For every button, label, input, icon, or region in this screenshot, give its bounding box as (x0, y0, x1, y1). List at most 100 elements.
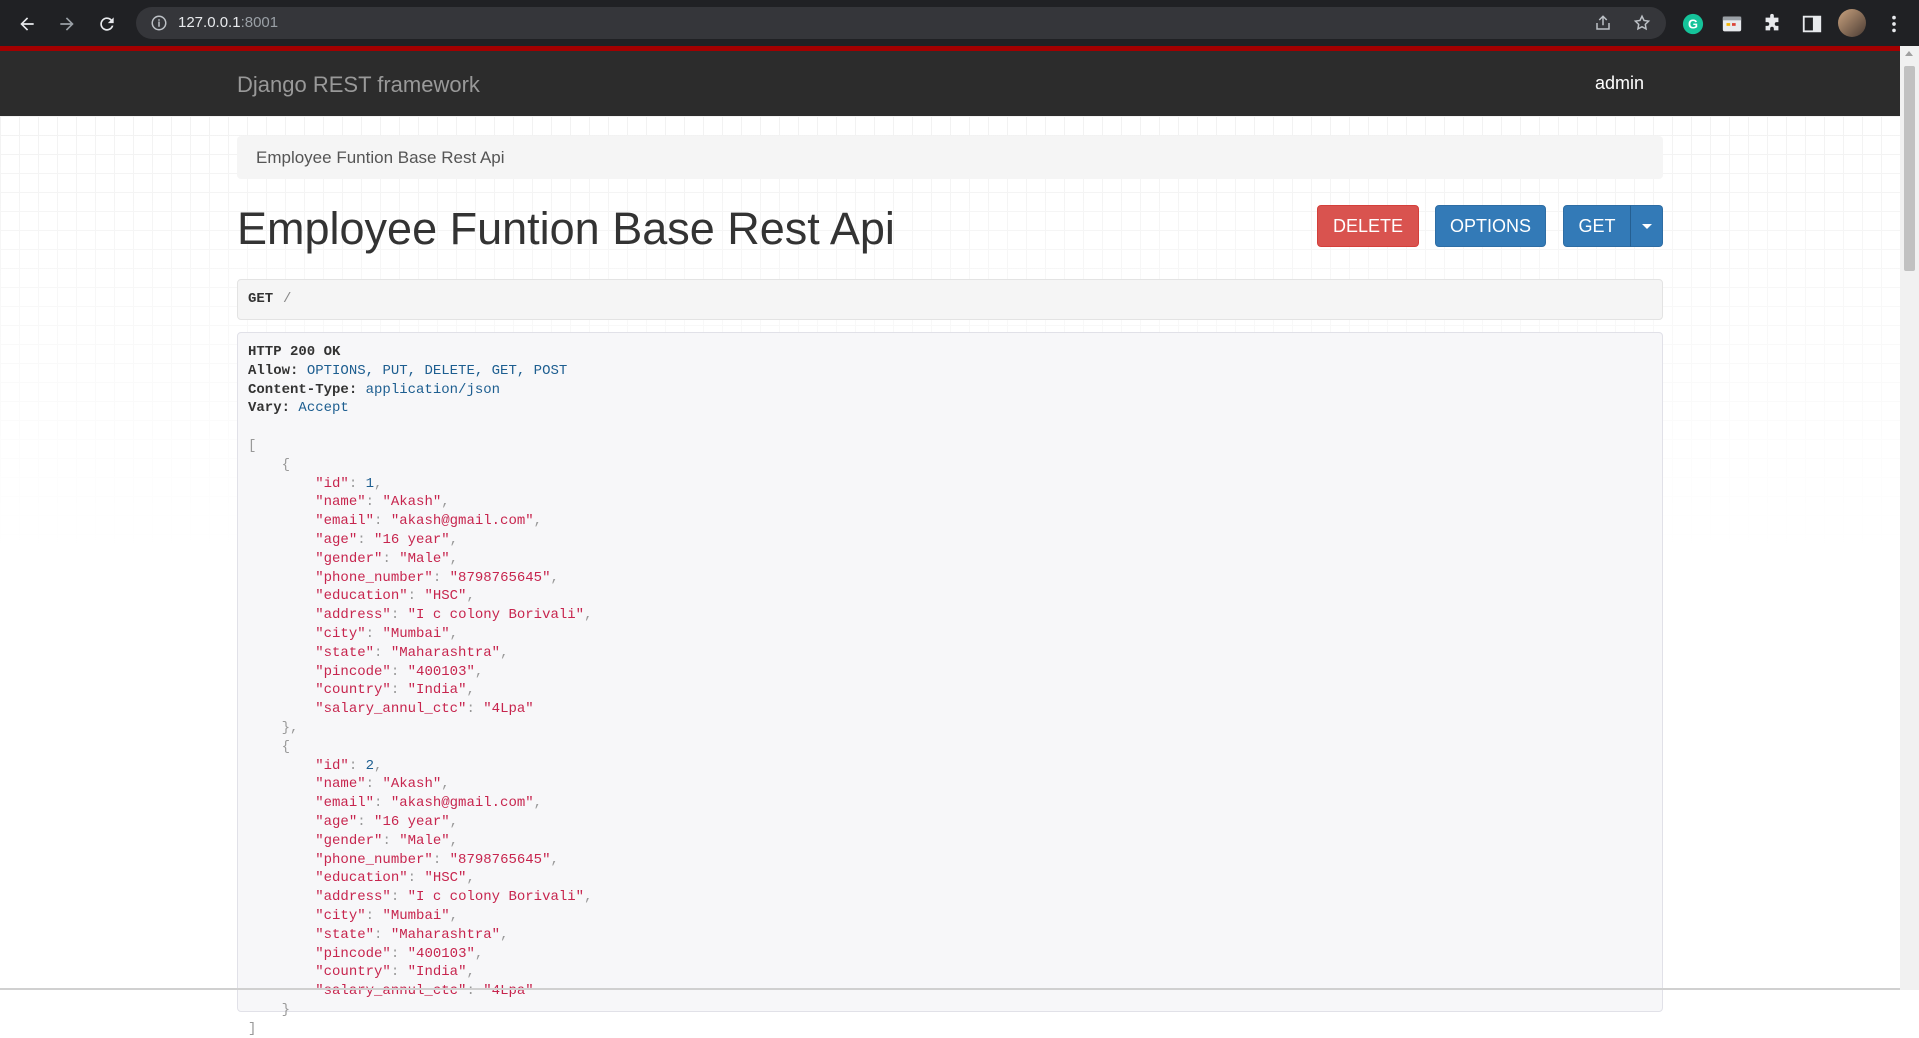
json-comma: , (466, 964, 475, 981)
json-key: "state" (315, 644, 375, 661)
address-bar[interactable]: 127.0.0.1:8001 (136, 7, 1666, 39)
json-value: "Male" (399, 550, 450, 567)
json-colon: : (365, 776, 383, 793)
json-value: "Maharashtra" (390, 926, 501, 943)
json-value: "Mumbai" (382, 625, 450, 642)
forward-icon[interactable] (53, 10, 81, 38)
calendar-extension-icon[interactable] (1721, 13, 1743, 35)
json-comma: , (449, 625, 459, 642)
delete-button[interactable]: DELETE (1317, 205, 1419, 247)
json-key: "salary_annul_ctc" (315, 701, 467, 718)
json-key: "education" (315, 870, 408, 887)
json-value: "India" (407, 682, 467, 699)
json-colon: : (374, 513, 391, 530)
request-method: GET (248, 291, 274, 307)
back-icon[interactable] (13, 10, 41, 38)
json-colon: : (432, 851, 450, 868)
drf-navbar: Django REST framework admin (0, 51, 1900, 116)
brand-link[interactable]: Django REST framework (237, 72, 480, 98)
page-title: Employee Funtion Base Rest Api (237, 203, 895, 254)
json-colon: : (390, 964, 408, 981)
json-value: "India" (407, 964, 467, 981)
json-value: "400103" (407, 945, 475, 962)
json-value: "16 year" (374, 813, 450, 830)
json-value: "Akash" (382, 494, 442, 511)
json-colon: : (357, 813, 375, 830)
json-comma: , (533, 513, 543, 530)
json-comma: , (550, 569, 559, 586)
json-value: "I c colony Borivali" (407, 607, 585, 624)
site-info-icon[interactable] (150, 14, 168, 32)
svg-text:G: G (1688, 17, 1698, 32)
response-header-key: Content-Type: (248, 381, 358, 398)
grammarly-extension-icon[interactable]: G (1682, 13, 1704, 35)
json-value: "Maharashtra" (390, 644, 501, 661)
json-key: "country" (315, 964, 391, 981)
json-value: "4Lpa" (483, 701, 534, 718)
json-key: "age" (315, 531, 358, 548)
json-comma: , (584, 607, 593, 624)
json-key: "email" (315, 513, 375, 530)
get-button[interactable]: GET (1563, 205, 1631, 247)
bookmark-star-icon[interactable] (1633, 14, 1651, 32)
browser-toolbar: 127.0.0.1:8001 G (0, 0, 1919, 46)
json-colon: : (357, 531, 375, 548)
json-brace: { (281, 456, 291, 473)
json-comma: , (466, 870, 475, 887)
json-value: "akash@gmail.com" (390, 513, 534, 530)
json-key: "name" (315, 776, 366, 793)
json-comma: , (449, 550, 459, 567)
request-path: / (283, 291, 292, 307)
json-comma: , (449, 813, 459, 830)
json-value: "4Lpa" (483, 983, 534, 1000)
extensions-puzzle-icon[interactable] (1761, 13, 1783, 35)
json-value: "8798765645" (449, 569, 551, 586)
url-text: 127.0.0.1:8001 (178, 14, 278, 31)
json-key: "address" (315, 889, 391, 906)
json-value: "400103" (407, 663, 475, 680)
reload-icon[interactable] (93, 10, 121, 38)
json-comma: , (466, 588, 475, 605)
json-colon: : (382, 832, 400, 849)
side-panel-icon[interactable] (1801, 13, 1823, 35)
json-key: "salary_annul_ctc" (315, 983, 467, 1000)
options-button[interactable]: OPTIONS (1435, 205, 1546, 247)
get-format-dropdown[interactable] (1630, 205, 1663, 247)
json-brace: { (281, 738, 291, 755)
response-status: HTTP 200 OK (248, 344, 341, 360)
user-menu[interactable]: admin (1595, 73, 1644, 94)
json-comma: , (374, 757, 383, 774)
json-value: "HSC" (424, 870, 467, 887)
share-icon[interactable] (1594, 14, 1612, 32)
json-key: "gender" (315, 832, 383, 849)
json-comma: , (374, 475, 383, 492)
json-comma: , (474, 663, 484, 680)
json-bracket: ] (248, 1020, 257, 1037)
json-key: "education" (315, 588, 408, 605)
json-value: "16 year" (374, 531, 450, 548)
json-comma: , (466, 682, 475, 699)
json-key: "city" (315, 907, 366, 924)
json-key: "phone_number" (315, 569, 433, 586)
json-key: "phone_number" (315, 851, 433, 868)
json-colon: : (365, 494, 383, 511)
page-scrollbar[interactable] (1900, 46, 1919, 990)
browser-menu-icon[interactable] (1883, 13, 1905, 35)
json-value: 1 (365, 475, 375, 492)
json-key: "id" (315, 757, 349, 774)
json-key: "id" (315, 475, 349, 492)
json-brace: } (281, 1001, 291, 1018)
json-key: "age" (315, 813, 358, 830)
json-colon: : (390, 607, 408, 624)
json-value: "HSC" (424, 588, 467, 605)
breadcrumb-item-active: Employee Funtion Base Rest Api (256, 148, 505, 167)
json-comma: , (533, 795, 543, 812)
chevron-down-icon (1641, 223, 1652, 229)
scroll-up-arrow-icon[interactable] (1905, 51, 1913, 56)
response-header-value: application/json (365, 381, 501, 398)
json-bracket: [ (248, 437, 257, 454)
json-colon: : (407, 870, 425, 887)
scrollbar-thumb[interactable] (1904, 66, 1915, 271)
json-colon: : (348, 757, 366, 774)
profile-avatar[interactable] (1838, 9, 1866, 37)
